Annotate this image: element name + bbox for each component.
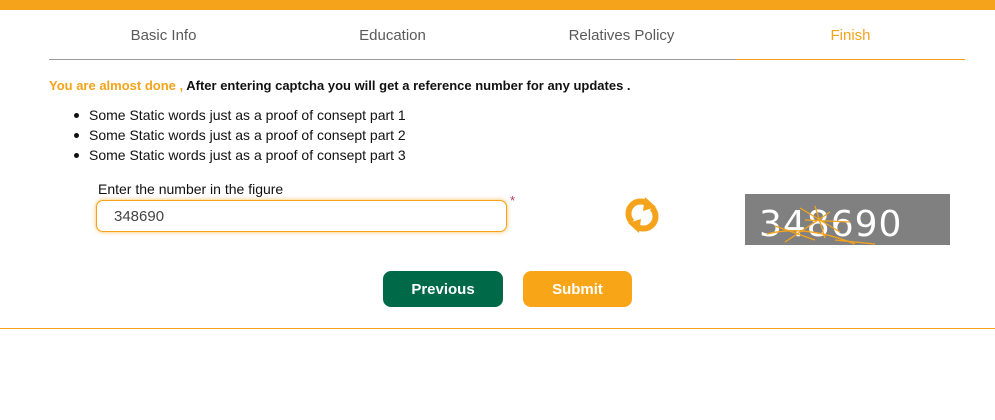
- tab-finish[interactable]: Finish: [736, 24, 965, 60]
- captcha-input[interactable]: [96, 200, 507, 232]
- list-item: Some Static words just as a proof of con…: [74, 107, 406, 123]
- tab-basic-info[interactable]: Basic Info: [49, 24, 278, 59]
- refresh-icon[interactable]: [623, 195, 661, 235]
- tab-education[interactable]: Education: [278, 24, 507, 59]
- list-item: Some Static words just as a proof of con…: [74, 147, 406, 163]
- footer-divider: [0, 328, 995, 329]
- tab-relatives-policy[interactable]: Relatives Policy: [507, 24, 736, 59]
- completion-notice: You are almost done , After entering cap…: [49, 78, 631, 93]
- required-marker: *: [510, 193, 516, 208]
- captcha-noise-lines: [766, 205, 876, 245]
- captcha-field-label: Enter the number in the figure: [98, 181, 284, 197]
- info-bullet-list: Some Static words just as a proof of con…: [74, 105, 406, 165]
- wizard-tabs: Basic Info Education Relatives Policy Fi…: [49, 24, 965, 60]
- submit-button[interactable]: Submit: [523, 271, 632, 307]
- list-item: Some Static words just as a proof of con…: [74, 127, 406, 143]
- notice-highlight: You are almost done ,: [49, 78, 184, 93]
- header-notch: [470, 0, 530, 10]
- captcha-image: 348690: [745, 194, 950, 245]
- notice-text: After entering captcha you will get a re…: [183, 78, 631, 93]
- previous-button[interactable]: Previous: [383, 271, 503, 307]
